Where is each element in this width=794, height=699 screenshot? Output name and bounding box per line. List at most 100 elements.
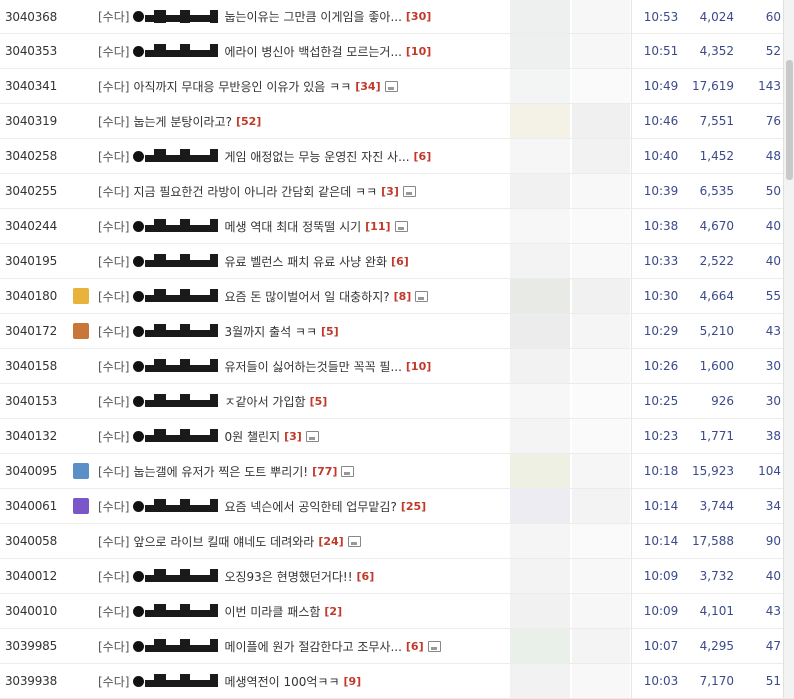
image-attachment-icon (384, 80, 398, 92)
post-subject[interactable]: [수다] 게임 애정없는 무능 운영진 자진 사... [6] (98, 139, 508, 173)
post-title-link[interactable]: 0원 챌린지 (224, 428, 280, 445)
post-subject[interactable]: [수다] 오징93은 현명했던거다!! [6] (98, 559, 508, 593)
comment-count[interactable]: [10] (406, 45, 431, 58)
table-row[interactable]: 3040153 [수다] ㅈ같아서 가입함 [5] 10:25 926 30 (0, 384, 794, 419)
user-icon-slot (72, 594, 90, 628)
table-row[interactable]: 3039985 [수다] 메이플에 원가 절감한다고 조무사... [6] 10:07 4… (0, 629, 794, 664)
comment-count[interactable]: [34] (355, 80, 380, 93)
table-row[interactable]: 3040010 [수다] 이번 미라클 패스함 [2] 10:09 4,101 43 (0, 594, 794, 629)
user-icon-slot (72, 139, 90, 173)
redacted-nickname (133, 674, 219, 687)
comment-count[interactable]: [6] (357, 570, 375, 583)
table-row[interactable]: 3039938 [수다] 메생역전이 100억ㅋㅋ [9] 10:03 7,170 51 (0, 664, 794, 699)
comment-count[interactable]: [77] (312, 465, 337, 478)
post-number: 3040244 (5, 219, 58, 233)
post-subject[interactable]: [수다] 앞으로 라이브 킬때 얘네도 데려와라 [24] (98, 524, 508, 558)
comment-count[interactable]: [11] (365, 220, 390, 233)
scrollbar-thumb[interactable] (786, 60, 793, 180)
table-row[interactable]: 3040195 [수다] 유료 벨런스 패치 유료 사냥 완화 [6] 10:33 2,5… (0, 244, 794, 279)
view-count: 17,619 (692, 79, 734, 93)
post-title-link[interactable]: 에라이 병신아 백섭한걸 모르는거... (224, 43, 401, 60)
post-category: [수다] (98, 604, 130, 619)
post-subject[interactable]: [수다] 눕는이유는 그만큼 이게임을 좋아... [30] (98, 0, 508, 33)
post-subject[interactable]: [수다] 이번 미라클 패스함 [2] (98, 594, 508, 628)
post-subject[interactable]: [수다] ㅈ같아서 가입함 [5] (98, 384, 508, 418)
table-row[interactable]: 3040058 [수다] 앞으로 라이브 킬때 얘네도 데려와라 [24] 10:14 1… (0, 524, 794, 559)
post-subject[interactable]: [수다] 유저들이 싫어하는것들만 꼭꼭 필... [10] (98, 349, 508, 383)
comment-count[interactable]: [52] (236, 115, 261, 128)
table-row[interactable]: 3040061 [수다] 요즘 넥슨에서 공익한테 업무맡김? [25] 10:14 3,… (0, 489, 794, 524)
post-subject[interactable]: [수다] 메생역전이 100억ㅋㅋ [9] (98, 664, 508, 698)
post-subject[interactable]: [수다] 메이플에 원가 절감한다고 조무사... [6] (98, 629, 508, 663)
comment-count[interactable]: [25] (401, 500, 426, 513)
post-subject[interactable]: [수다] 0원 챌린지 [3] (98, 419, 508, 453)
comment-count[interactable]: [9] (344, 675, 362, 688)
table-row[interactable]: 3040244 [수다] 메생 역대 최대 정뚝떨 시기 [11] 10:38 4,670… (0, 209, 794, 244)
table-row[interactable]: 3040258 [수다] 게임 애정없는 무능 운영진 자진 사... [6] 10:4… (0, 139, 794, 174)
post-title-link[interactable]: 메생 역대 최대 정뚝떨 시기 (224, 218, 361, 235)
post-title-link[interactable]: 요즘 돈 많이벌어서 일 대충하지? (224, 288, 389, 305)
scrollbar[interactable] (783, 0, 794, 698)
post-category: [수다] (98, 184, 130, 199)
post-subject[interactable]: [수다] 에라이 병신아 백섭한걸 모르는거... [10] (98, 34, 508, 68)
post-title-link[interactable]: 눕는이유는 그만큼 이게임을 좋아... (224, 8, 401, 25)
post-title-link[interactable]: 유료 벨런스 패치 유료 사냥 완화 (224, 253, 387, 270)
comment-count[interactable]: [6] (391, 255, 409, 268)
post-subject[interactable]: [수다] 요즘 넥슨에서 공익한테 업무맡김? [25] (98, 489, 508, 523)
comment-count[interactable]: [5] (321, 325, 339, 338)
post-title-link[interactable]: 게임 애정없는 무능 운영진 자진 사... (224, 148, 409, 165)
comment-count[interactable]: [3] (381, 185, 399, 198)
post-title-link[interactable]: 오징93은 현명했던거다!! (224, 568, 352, 585)
row-thumbnail (510, 664, 570, 698)
post-subject[interactable]: [수다] 눕는게 분탕이라고? [52] (98, 104, 508, 138)
comment-count[interactable]: [24] (318, 535, 343, 548)
comment-count[interactable]: [6] (414, 150, 432, 163)
comment-count[interactable]: [3] (284, 430, 302, 443)
post-title-link[interactable]: 메이플에 원가 절감한다고 조무사... (224, 638, 401, 655)
image-attachment-icon (305, 430, 319, 442)
post-subject[interactable]: [수다] 아직까지 무대응 무반응인 이유가 있음 ㅋㅋ [34] (98, 69, 508, 103)
post-subject[interactable]: [수다] 요즘 돈 많이벌어서 일 대충하지? [8] (98, 279, 508, 313)
like-count: 76 (765, 114, 781, 128)
comment-count[interactable]: [30] (406, 10, 431, 23)
table-row[interactable]: 3040341 [수다] 아직까지 무대응 무반응인 이유가 있음 ㅋㅋ [34] 10… (0, 69, 794, 104)
post-title-link[interactable]: 앞으로 라이브 킬때 얘네도 데려와라 (133, 533, 314, 550)
post-subject[interactable]: [수다] 메생 역대 최대 정뚝떨 시기 [11] (98, 209, 508, 243)
post-subject[interactable]: [수다] 3월까지 출석 ㅋㅋ [5] (98, 314, 508, 348)
comment-count[interactable]: [5] (310, 395, 328, 408)
post-subject[interactable]: [수다] 유료 벨런스 패치 유료 사냥 완화 [6] (98, 244, 508, 278)
table-row[interactable]: 3040172 [수다] 3월까지 출석 ㅋㅋ [5] 10:29 5,210 43 (0, 314, 794, 349)
table-row[interactable]: 3040095 [수다] 눕는갤에 유저가 찍은 도트 뿌리기! [77] 10:18 1… (0, 454, 794, 489)
post-time: 10:29 (643, 324, 679, 338)
post-title-link[interactable]: 유저들이 싫어하는것들만 꼭꼭 필... (224, 358, 401, 375)
table-row[interactable]: 3040255 [수다] 지금 필요한건 라방이 아니라 간담회 같은데 ㅋㅋ [3]… (0, 174, 794, 209)
post-title-link[interactable]: 지금 필요한건 라방이 아니라 간담회 같은데 ㅋㅋ (133, 183, 377, 200)
redacted-nickname (133, 289, 219, 302)
post-title-link[interactable]: 눕는게 분탕이라고? (133, 113, 232, 130)
table-row[interactable]: 3040012 [수다] 오징93은 현명했던거다!! [6] 10:09 3,732 40 (0, 559, 794, 594)
post-title-link[interactable]: 메생역전이 100억ㅋㅋ (224, 673, 339, 690)
post-subject[interactable]: [수다] 지금 필요한건 라방이 아니라 간담회 같은데 ㅋㅋ [3] (98, 174, 508, 208)
table-row[interactable]: 3040368 [수다] 눕는이유는 그만큼 이게임을 좋아... [30] 10:53… (0, 0, 794, 34)
post-subject[interactable]: [수다] 눕는갤에 유저가 찍은 도트 뿌리기! [77] (98, 454, 508, 488)
post-title-link[interactable]: 이번 미라클 패스함 (224, 603, 320, 620)
post-title-link[interactable]: 3월까지 출석 ㅋㅋ (224, 323, 317, 340)
post-category: [수다] (98, 534, 130, 549)
like-count: 143 (758, 79, 781, 93)
table-row[interactable]: 3040180 [수다] 요즘 돈 많이벌어서 일 대충하지? [8] 10:30 4,6… (0, 279, 794, 314)
table-row[interactable]: 3040132 [수다] 0원 챌린지 [3] 10:23 1,771 38 (0, 419, 794, 454)
post-time: 10:23 (643, 429, 679, 443)
comment-count[interactable]: [6] (406, 640, 424, 653)
post-title-link[interactable]: 요즘 넥슨에서 공익한테 업무맡김? (224, 498, 396, 515)
post-title-link[interactable]: ㅈ같아서 가입함 (224, 393, 305, 410)
table-row[interactable]: 3040158 [수다] 유저들이 싫어하는것들만 꼭꼭 필... [10] 10:26… (0, 349, 794, 384)
comment-count[interactable]: [10] (406, 360, 431, 373)
table-row[interactable]: 3040319 [수다] 눕는게 분탕이라고? [52] 10:46 7,551 76 (0, 104, 794, 139)
row-thumbnail (510, 349, 570, 383)
post-title-link[interactable]: 아직까지 무대응 무반응인 이유가 있음 ㅋㅋ (133, 78, 351, 95)
user-icon-slot (72, 104, 90, 138)
comment-count[interactable]: [2] (324, 605, 342, 618)
comment-count[interactable]: [8] (394, 290, 412, 303)
table-row[interactable]: 3040353 [수다] 에라이 병신아 백섭한걸 모르는거... [10] 10:51… (0, 34, 794, 69)
post-title-link[interactable]: 눕는갤에 유저가 찍은 도트 뿌리기! (133, 463, 308, 480)
